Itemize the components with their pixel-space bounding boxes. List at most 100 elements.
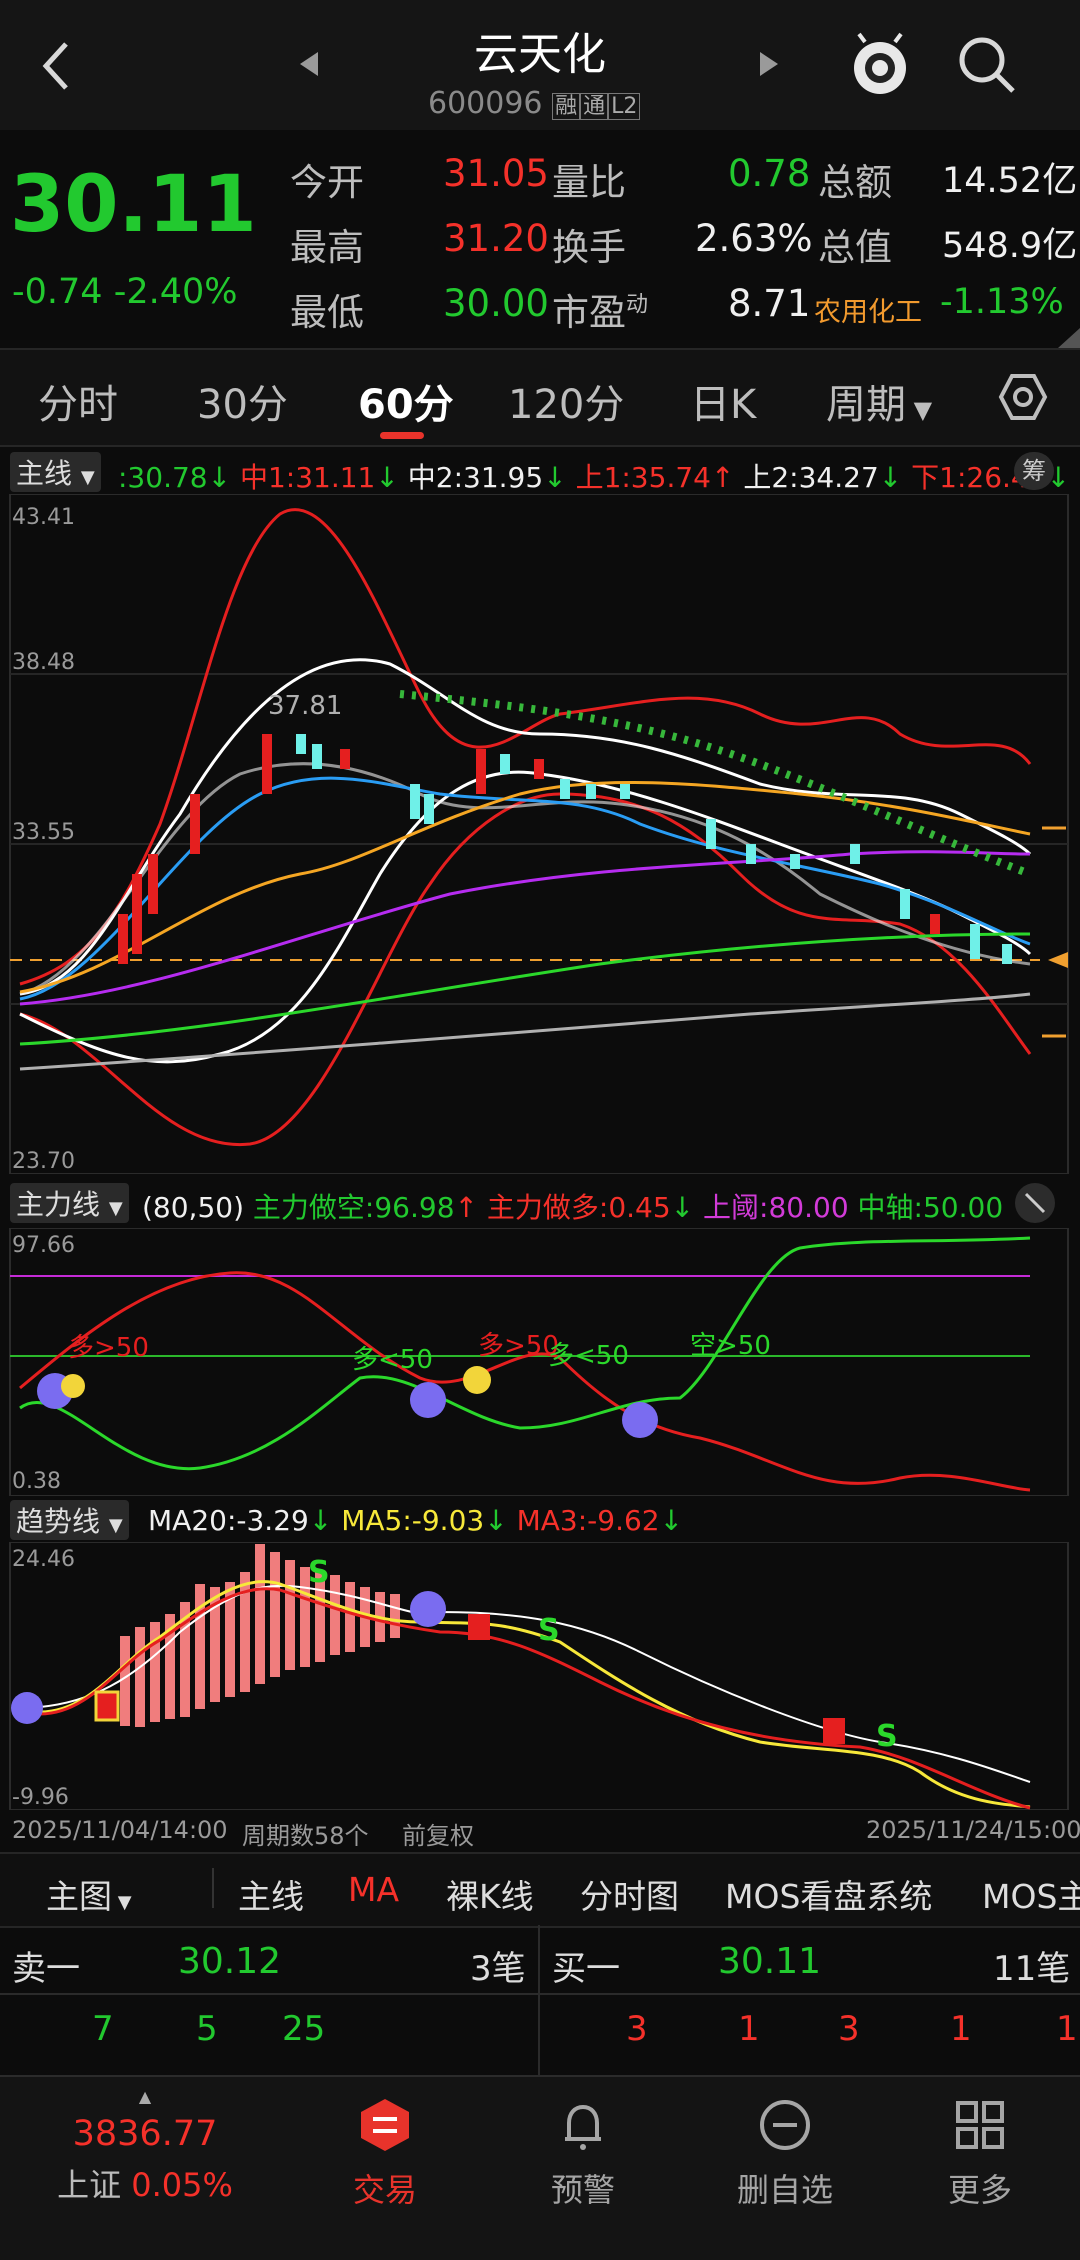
trend-indicator-values: MA20:-3.29↓ MA5:-9.03↓ MA3:-9.62↓ <box>148 1504 684 1537</box>
main-indicator-selector[interactable]: 主线 ▼ <box>10 452 101 492</box>
mode-bare-k[interactable]: 裸K线 <box>446 1870 534 1918</box>
candlesticks <box>118 734 1012 964</box>
mode-mos-main[interactable]: MOS主 <box>982 1870 1080 1918</box>
buy-signal-icon <box>468 1614 490 1640</box>
annotation-3: 多>50 <box>478 1331 559 1361</box>
sector-change: -1.13% <box>940 282 1064 322</box>
buy1-label: 买一 <box>552 1949 620 1989</box>
force-indicator-selector[interactable]: 主力线 ▼ <box>10 1183 129 1223</box>
turnover-label: 换手 <box>552 226 626 269</box>
buy-vol-4: 1 <box>950 2009 972 2049</box>
volume-ratio-value: 0.78 <box>728 152 811 195</box>
robot-assistant-icon[interactable] <box>845 30 915 100</box>
quote-panel: 30.11 -0.74 -2.40% 今开 31.05 最高 31.20 最低 … <box>0 130 1080 350</box>
order-book: 卖一 30.12 3笔 买一 30.11 11笔 7 5 25 3 1 3 1 … <box>0 1925 1080 2075</box>
axis-start: 2025/11/04/14:00 <box>12 1816 228 1844</box>
sector-link[interactable]: 农用化工 <box>814 290 922 329</box>
tab-period[interactable]: 周期 ▼ <box>826 372 932 430</box>
mode-ma[interactable]: MA <box>348 1870 399 1909</box>
sell-vol-2: 5 <box>196 2009 218 2049</box>
mode-main-line[interactable]: 主线 <box>238 1870 304 1918</box>
peak-label: 37.81 <box>268 691 342 721</box>
main-chart-selector[interactable]: 主图 ▼ <box>46 1870 132 1918</box>
mode-intraday[interactable]: 分时图 <box>580 1870 679 1918</box>
open-label: 今开 <box>290 161 364 204</box>
y-tick-2: 38.48 <box>12 650 75 675</box>
annotation-1: 多>50 <box>68 1333 149 1363</box>
nav-alert[interactable]: 预警 <box>528 2097 638 2211</box>
index-ticker[interactable]: ▲ 3836.77 上证 0.05% <box>40 2087 250 2237</box>
trend-indicator-row: 趋势线 ▼ MA20:-3.29↓ MA5:-9.03↓ MA3:-9.62↓ <box>0 1498 1080 1540</box>
mode-mos-system[interactable]: MOS看盘系统 <box>725 1870 932 1918</box>
force-y-bottom: 0.38 <box>12 1469 61 1494</box>
main-indicator-values: :30.78↓ 中1:31.11↓ 中2:31.95↓ 上1:35.74↑ 上2… <box>118 461 1071 494</box>
next-stock-icon[interactable] <box>758 50 780 78</box>
main-kline-chart[interactable]: 43.41 38.48 33.55 23.70 37.81 <box>0 494 1080 1174</box>
expand-icon[interactable] <box>1014 1182 1056 1224</box>
trend-line-chart[interactable]: S S S 24.46 -9.96 <box>0 1542 1080 1810</box>
annotation-5: 空>50 <box>690 1331 771 1361</box>
annotation-4: 多<50 <box>548 1341 629 1371</box>
force-indicator-row: 主力线 ▼ (80,50) 主力做空:96.98↑ 主力做多:0.45↓ 上阈:… <box>0 1180 1080 1226</box>
buy-vol-1: 3 <box>626 2009 648 2049</box>
high-label: 最高 <box>290 226 364 269</box>
period-tabs: 分时 30分 60分 120分 日K 周期 ▼ <box>0 350 1080 447</box>
nav-trade[interactable]: 交易 <box>330 2097 440 2211</box>
annotation-2: 多<50 <box>352 1345 433 1375</box>
market-cap-value: 548.9亿 <box>942 226 1078 266</box>
remove-circle-icon <box>760 2100 810 2150</box>
expand-corner-icon[interactable] <box>1058 328 1080 348</box>
sell-s-marker: S <box>308 1555 330 1590</box>
buy-vol-2: 1 <box>738 2009 760 2049</box>
settings-icon[interactable] <box>998 372 1048 422</box>
buy-vol-3: 3 <box>838 2009 860 2049</box>
axis-adjust: 前复权 <box>402 1822 474 1850</box>
stock-code: 600096 融通 L2 <box>428 86 641 121</box>
buy1-price: 30.11 <box>718 1941 822 1982</box>
pe-label: 市盈动 <box>552 291 649 334</box>
chart-mode-bar: 主图 ▼ 主线 MA 裸K线 分时图 MOS看盘系统 MOS主 <box>0 1852 1080 1928</box>
buy1-count: 11笔 <box>993 1949 1071 1989</box>
sell-signal-face <box>410 1382 446 1418</box>
bottom-nav: ▲ 3836.77 上证 0.05% 交易 预警 删自选 更多 <box>0 2075 1080 2260</box>
tab-daily-k[interactable]: 日K <box>690 372 756 430</box>
axis-end: 2025/11/24/15:00 <box>866 1816 1080 1844</box>
high-value: 31.20 <box>443 217 549 260</box>
sell-signal-face <box>622 1402 658 1438</box>
sell-signal-face <box>410 1591 446 1627</box>
buy-vol-5: 1 <box>1056 2009 1078 2049</box>
sell-vol-3: 25 <box>282 2009 326 2049</box>
open-value: 31.05 <box>443 152 549 195</box>
tab-60min[interactable]: 60分 <box>358 372 454 430</box>
y-tick-bottom: 23.70 <box>12 1149 75 1174</box>
tab-120min[interactable]: 120分 <box>508 372 624 430</box>
active-tab-indicator <box>380 432 424 439</box>
nav-remove-watchlist[interactable]: 删自选 <box>720 2097 850 2211</box>
axis-count: 周期数58个 <box>242 1822 369 1850</box>
title-bar: 云天化 600096 融通 L2 <box>0 0 1080 130</box>
low-label: 最低 <box>290 291 364 334</box>
sell1-price: 30.12 <box>178 1941 282 1982</box>
stock-name: 云天化 <box>474 29 606 80</box>
trend-y-top: 24.46 <box>12 1547 75 1572</box>
sell1-count: 3笔 <box>470 1949 526 1989</box>
trend-indicator-selector[interactable]: 趋势线 ▼ <box>10 1500 129 1540</box>
force-indicator-values: (80,50) 主力做空:96.98↑ 主力做多:0.45↓ 上阈:80.00 … <box>142 1191 1004 1224</box>
pe-value: 8.71 <box>728 282 811 325</box>
volume-ratio-label: 量比 <box>552 161 626 204</box>
chip-button[interactable]: 筹 <box>1014 452 1054 490</box>
tab-intraday[interactable]: 分时 <box>38 372 118 430</box>
search-icon[interactable] <box>955 33 1019 97</box>
turnover-value: 2.63% <box>695 217 813 260</box>
time-axis: 2025/11/04/14:00 周期数58个 前复权 2025/11/24/1… <box>0 1812 1080 1850</box>
tab-30min[interactable]: 30分 <box>197 372 288 430</box>
bell-icon <box>565 2104 601 2150</box>
trade-icon <box>361 2099 409 2151</box>
buy-signal-icon <box>823 1718 845 1744</box>
amount-value: 14.52亿 <box>942 161 1078 201</box>
force-line-chart[interactable]: 多>50 多<50 多>50 多<50 空>50 97.66 0.38 <box>0 1228 1080 1496</box>
nav-more[interactable]: 更多 <box>925 2097 1035 2211</box>
market-cap-label: 总值 <box>818 226 892 269</box>
index-value: 3836.77 <box>72 2114 218 2154</box>
sell-vol-1: 7 <box>92 2009 114 2049</box>
